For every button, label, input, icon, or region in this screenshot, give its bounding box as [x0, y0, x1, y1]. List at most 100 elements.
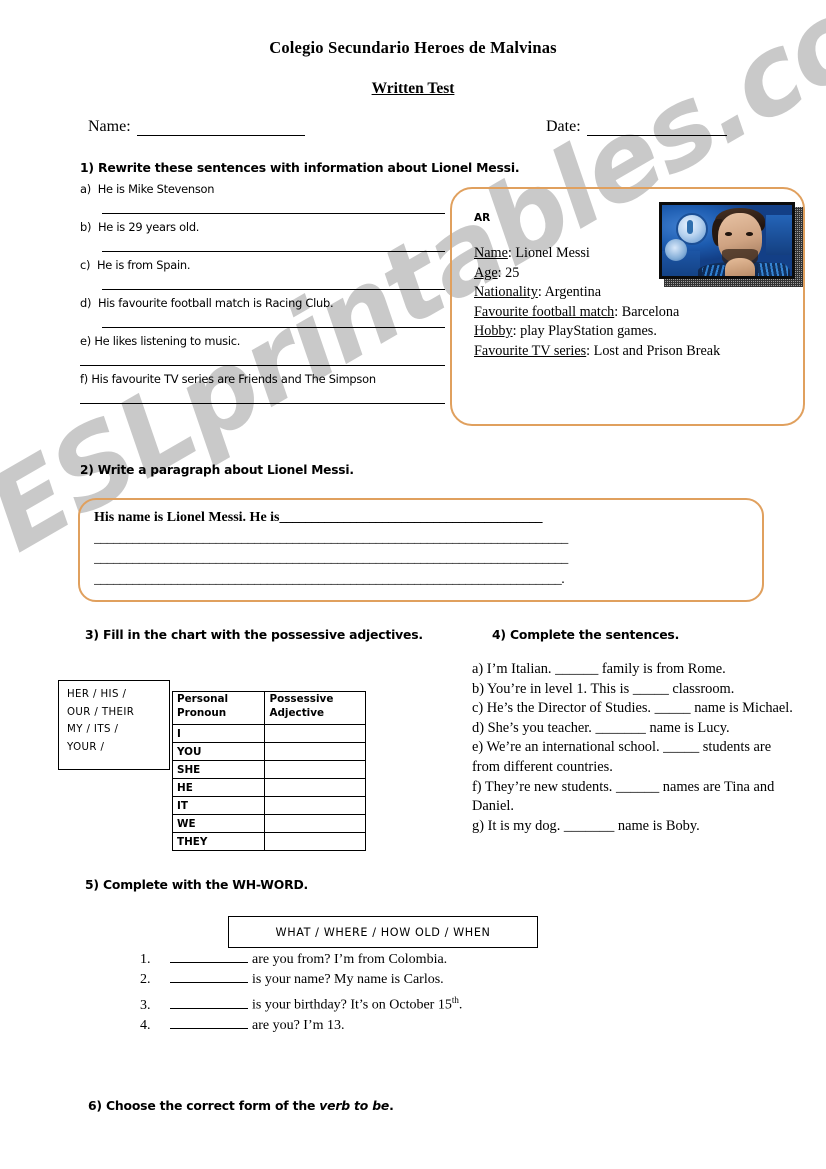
card-country-tag: AR: [474, 212, 491, 224]
exercise1-answer-line[interactable]: [102, 213, 445, 214]
exercise5-item-text: are you? I’m 13.: [252, 1017, 345, 1033]
adjective-answer-cell[interactable]: [264, 724, 366, 743]
test-title-text: Written Test: [371, 80, 455, 97]
page-title: Colegio Secundario Heroes de Malvinas: [269, 38, 557, 57]
exercise5-blank[interactable]: [170, 1007, 248, 1009]
table-row: SHE: [171, 760, 366, 779]
exercise2-rule-2[interactable]: ________________________________________…: [94, 529, 752, 550]
test-title: Written Test: [0, 80, 826, 98]
exercise5-item: 4. are you? I’m 13.: [140, 1016, 590, 1036]
pronoun-cell: HE: [171, 778, 266, 797]
wh-word-list: WHAT / WHERE / HOW OLD / WHEN: [275, 925, 491, 939]
pronoun-cell: I: [171, 724, 266, 743]
exercise5-blank[interactable]: [170, 1027, 248, 1029]
exercise1-item-text: d) His favourite football match is Racin…: [80, 296, 445, 310]
exercise6-heading-suffix: .: [389, 1098, 394, 1113]
pronoun-cell: IT: [171, 796, 266, 815]
exercise1-item-text: b) He is 29 years old.: [80, 220, 445, 234]
exercise6-heading: 6) Choose the correct form of the verb t…: [88, 1098, 394, 1113]
exercise2-starter-line: His name is Lionel Messi. He is_________…: [94, 508, 752, 529]
date-label: Date:: [546, 118, 581, 135]
exercise5-item-text: is your birthday? It’s on October 15: [252, 997, 452, 1013]
exercise2-lines: His name is Lionel Messi. He is_________…: [94, 508, 752, 590]
adjective-answer-cell[interactable]: [264, 796, 366, 815]
table-row: WE: [171, 814, 366, 833]
card-field-label: Name: [474, 245, 508, 261]
exercise1-item: d) His favourite football match is Racin…: [80, 296, 445, 328]
exercise4-item[interactable]: g) It is my dog. _______ name is Boby.: [472, 817, 802, 837]
exercise1-answer-line[interactable]: [80, 365, 445, 366]
card-field: Favourite football match: Barcelona: [474, 303, 680, 320]
exercise1-answer-line[interactable]: [102, 251, 445, 252]
exercise1-item-sentence: His favourite TV series are Friends and …: [91, 372, 376, 386]
exercise1-item-label: b): [80, 220, 92, 234]
exercise4-item[interactable]: f) They’re new students. ______ names ar…: [472, 778, 802, 817]
wh-word-box: WHAT / WHERE / HOW OLD / WHEN: [228, 916, 538, 948]
card-field-value: Barcelona: [621, 303, 680, 320]
exercise2-answer-box[interactable]: His name is Lionel Messi. He is_________…: [78, 498, 764, 602]
adjective-answer-cell[interactable]: [264, 742, 366, 761]
exercise1-answer-line[interactable]: [80, 403, 445, 404]
exercise5-item: 3. is your birthday? It’s on October 15th…: [140, 990, 590, 1016]
exercise5-blank[interactable]: [170, 962, 248, 963]
exercise4-item[interactable]: a) I’m Italian. ______ family is from Ro…: [472, 660, 802, 680]
exercise1-item: c) He is from Spain.: [80, 258, 445, 290]
column-header-possessive-adjective: Possessive Adjective: [264, 691, 366, 725]
table-row: IT: [171, 796, 366, 815]
card-field: Hobby: play PlayStation games.: [474, 323, 657, 339]
ordinal-suffix: th: [451, 995, 459, 1005]
exercise1-item: e) He likes listening to music.: [80, 334, 445, 366]
adjective-answer-cell[interactable]: [264, 778, 366, 797]
exercise1-item: f) His favourite TV series are Friends a…: [80, 372, 445, 404]
column-header-personal-pronoun: Personal Pronoun: [171, 691, 266, 725]
table-row: THEY: [171, 832, 366, 851]
exercise1-item-text: f) His favourite TV series are Friends a…: [80, 372, 445, 386]
exercise6-heading-italic: verb to be: [319, 1098, 390, 1113]
exercise4-item[interactable]: e) We’re an international school. _____ …: [472, 738, 802, 777]
adjective-answer-cell[interactable]: [264, 832, 366, 851]
exercise1-item-text: a) He is Mike Stevenson: [80, 182, 445, 196]
pronoun-cell: SHE: [171, 760, 266, 779]
card-field-value: Lost and Prison Break: [593, 342, 721, 359]
messi-info-card: AR Name: Lionel Messi Age: 25 Nationalit…: [450, 187, 805, 426]
exercise2-heading: 2) Write a paragraph about Lionel Messi.: [80, 463, 354, 477]
possessive-word-bank: HER / HIS / OUR / THEIR MY / ITS / YOUR …: [58, 680, 170, 770]
adjective-answer-cell[interactable]: [264, 760, 366, 779]
pronoun-cell: YOU: [171, 742, 266, 761]
exercise2-rule-3[interactable]: ________________________________________…: [94, 549, 752, 570]
table-row: HE: [171, 778, 366, 797]
adjective-answer-cell[interactable]: [264, 814, 366, 833]
exercise5-blank[interactable]: [170, 982, 248, 983]
exercise4-item[interactable]: c) He’s the Director of Studies. _____ n…: [472, 699, 802, 719]
card-field-value: play PlayStation games.: [520, 323, 657, 339]
exercise5-item-text: are you from? I’m from Colombia.: [252, 952, 448, 967]
exercise4-item[interactable]: b) You’re in level 1. This is _____ clas…: [472, 680, 802, 700]
exercise4-heading: 4) Complete the sentences.: [492, 627, 680, 642]
card-field-label: Favourite football match: [474, 303, 615, 320]
pronoun-table: Personal Pronoun Possessive Adjective I …: [171, 691, 366, 851]
exercise1-answer-line[interactable]: [102, 327, 445, 328]
word-bank-line: HER / HIS /: [67, 689, 127, 700]
exercise1-item-label: c): [80, 258, 91, 272]
exercise4-item[interactable]: d) She’s you teacher. _______ name is Lu…: [472, 719, 802, 739]
exercise2-rule-4[interactable]: ________________________________________…: [94, 570, 752, 591]
worksheet-page: ESLprintables.com Colegio Secundario Her…: [0, 0, 826, 1169]
exercise1-item-sentence: His favourite football match is Racing C…: [97, 296, 334, 310]
pronoun-cell: WE: [171, 814, 266, 833]
exercise5-item-number: 4.: [140, 1017, 151, 1033]
exercise5-item-tail: .: [458, 997, 463, 1013]
exercise1-items: a) He is Mike Stevenson b) He is 29 year…: [80, 182, 445, 410]
card-field-label: Favourite TV series: [474, 342, 587, 359]
card-field: Age: 25: [474, 264, 520, 281]
exercise1-item-sentence: He is Mike Stevenson: [97, 182, 215, 196]
name-input-rule[interactable]: [136, 122, 305, 136]
table-row: I: [171, 724, 366, 743]
exercise2-rule-1[interactable]: ________________________________________…: [280, 510, 543, 525]
exercise5-items: 1. are you from? I’m from Colombia. 2. is …: [140, 950, 590, 1036]
date-field-row: Date:: [546, 118, 727, 136]
exercise5-item: 1. are you from? I’m from Colombia.: [140, 950, 590, 970]
date-input-rule[interactable]: [586, 122, 727, 136]
card-field-label: Nationality: [474, 284, 538, 300]
exercise1-answer-line[interactable]: [102, 289, 445, 290]
card-field-label: Age: [474, 264, 498, 281]
